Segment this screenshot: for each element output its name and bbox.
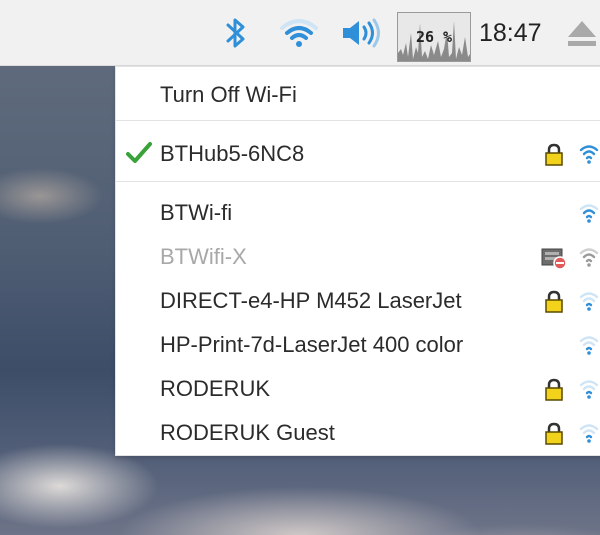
wifi-signal-icon [579,290,599,318]
wifi-signal-icon [579,143,599,171]
bluetooth-icon[interactable] [218,0,254,66]
wifi-icon[interactable] [275,0,323,66]
turn-off-wifi-item[interactable]: Turn Off Wi-Fi [116,73,600,117]
lock-icon [544,290,564,320]
menu-separator [116,181,600,182]
network-item-disabled: BTWifi-X [116,235,600,279]
network-item-connected[interactable]: BTHub5-6NC8 [116,132,600,176]
lock-icon [544,422,564,452]
network-ssid: RODERUK [160,376,271,401]
network-item[interactable]: BTWi-fi [116,191,600,235]
network-ssid: BTWifi-X [160,244,247,269]
cpu-monitor[interactable]: 26 % [397,12,471,62]
wifi-signal-icon [579,422,599,450]
network-item[interactable]: HP-Print-7d-LaserJet 400 color [116,323,600,367]
wifi-signal-icon [579,334,599,362]
wifi-signal-icon [579,378,599,406]
eject-icon[interactable] [560,0,600,66]
menu-separator [116,120,600,121]
network-ssid: RODERUK Guest [160,420,335,445]
wifi-network-menu: Turn Off Wi-Fi BTHub5-6NC8 BTWi-fi BTWif… [115,66,600,456]
cpu-usage-text: 26 % [415,28,453,46]
lock-icon [544,143,564,173]
network-ssid: BTHub5-6NC8 [160,141,305,166]
network-item[interactable]: RODERUK Guest [116,411,600,455]
volume-icon[interactable] [337,0,385,66]
clock[interactable]: 18:47 [479,0,542,66]
network-item[interactable]: DIRECT-e4-HP M452 LaserJet [116,279,600,323]
wifi-signal-icon [579,202,599,230]
turn-off-wifi-label: Turn Off Wi-Fi [160,82,297,107]
network-ssid: HP-Print-7d-LaserJet 400 color [160,332,464,357]
network-ssid: BTWi-fi [160,200,233,225]
lock-icon [544,378,564,408]
wifi-signal-icon [579,246,599,274]
network-item[interactable]: RODERUK [116,367,600,411]
blocked-icon [541,245,569,277]
taskbar: 26 % 18:47 [0,0,600,66]
check-icon [126,139,152,173]
network-ssid: DIRECT-e4-HP M452 LaserJet [160,288,462,313]
